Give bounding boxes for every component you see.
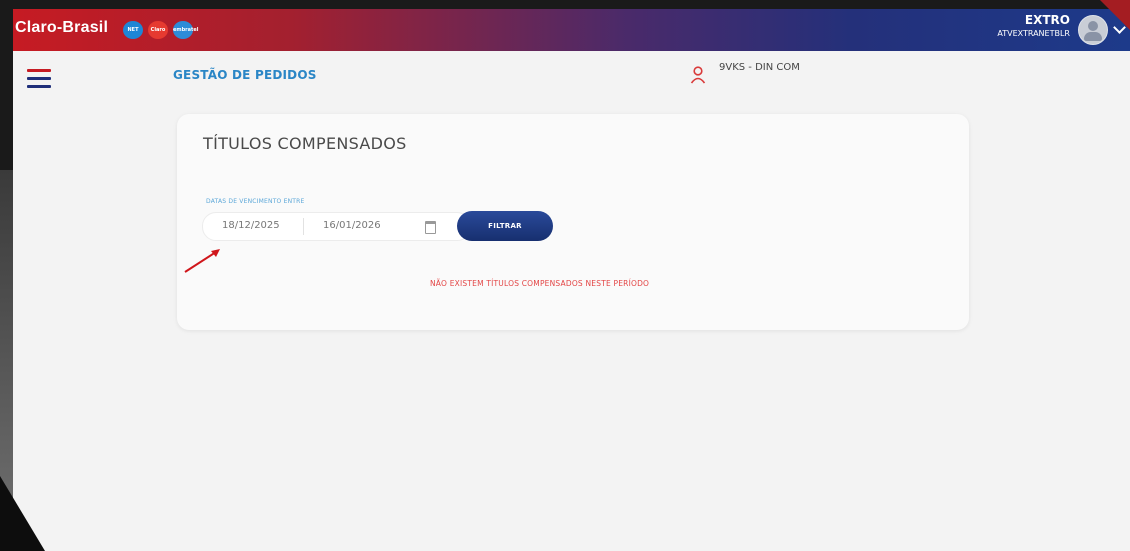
claro-badge: Claro [148, 21, 168, 39]
date-range-label: DATAS DE VENCIMENTO ENTRE [206, 198, 305, 205]
card-title: TÍTULOS COMPENSADOS [203, 134, 407, 153]
filter-button[interactable]: FILTRAR [457, 211, 553, 241]
frame-top [0, 0, 1130, 9]
date-separator [303, 218, 304, 235]
user-info: EXTRO ATVEXTRANETBLR [997, 13, 1070, 38]
date-start-field[interactable]: 18/12/2025 [222, 220, 280, 231]
user-id: ATVEXTRANETBLR [997, 29, 1070, 38]
menu-icon[interactable] [27, 67, 51, 89]
frame-shade [0, 170, 13, 500]
company-name: 9VKS - DIN COM [719, 62, 800, 73]
brand-logo: Claro-Brasil [15, 19, 109, 36]
frame-corner [0, 476, 45, 551]
frame-corner-top [1100, 0, 1130, 30]
titles-card: TÍTULOS COMPENSADOS DATAS DE VENCIMENTO … [177, 114, 969, 330]
annotation-arrow [184, 249, 220, 273]
date-range-input[interactable]: 18/12/2025 16/01/2026 [202, 212, 471, 241]
user-name: EXTRO [1024, 13, 1070, 27]
page-title: GESTÃO DE PEDIDOS [173, 68, 317, 82]
date-end-field[interactable]: 16/01/2026 [323, 220, 381, 231]
calendar-icon[interactable] [425, 221, 436, 234]
net-badge: NET [123, 21, 143, 39]
embratel-badge: embratel [173, 21, 199, 39]
empty-message: NÃO EXISTEM TÍTULOS COMPENSADOS NESTE PE… [430, 279, 650, 288]
top-bar: Claro-Brasil NET Claro embratel EXTRO AT… [13, 9, 1130, 51]
user-icon [690, 66, 706, 84]
